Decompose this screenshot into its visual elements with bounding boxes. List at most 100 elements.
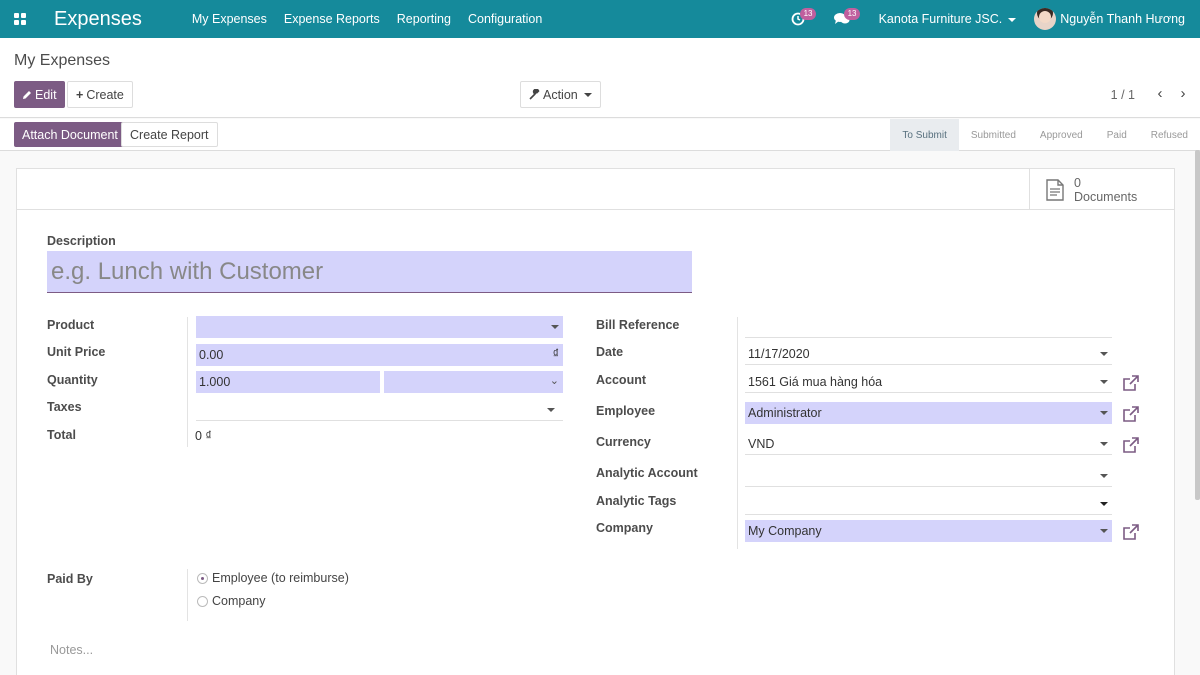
- currency-select[interactable]: VND: [745, 433, 1112, 455]
- bill-reference-label: Bill Reference: [596, 318, 680, 332]
- chevron-down-icon: [1008, 17, 1017, 22]
- currency-value: VND: [748, 436, 775, 451]
- edit-button[interactable]: Edit: [14, 81, 65, 108]
- account-select[interactable]: 1561 Giá mua hàng hóa: [745, 371, 1112, 393]
- caret-down-icon: [547, 408, 555, 412]
- next-record-icon[interactable]: ›: [1176, 83, 1190, 103]
- control-panel: My Expenses Edit + Create Action 1 / 1 ‹…: [0, 38, 1200, 118]
- external-link-icon[interactable]: [1122, 523, 1140, 541]
- analytic-tags-select[interactable]: [745, 493, 1112, 515]
- avatar: [1034, 8, 1057, 30]
- stage-paid[interactable]: Paid: [1095, 119, 1139, 151]
- stage-to-submit[interactable]: To Submit: [890, 119, 959, 151]
- app-brand[interactable]: Expenses: [54, 8, 142, 31]
- menu-expense-reports[interactable]: Expense Reports: [284, 12, 380, 26]
- documents-label: Documents: [1074, 189, 1138, 204]
- total-label: Total: [47, 428, 76, 442]
- divider: [187, 317, 188, 447]
- edit-label: Edit: [35, 87, 57, 102]
- caret-down-icon: [1100, 502, 1108, 506]
- account-label: Account: [596, 373, 646, 387]
- top-navbar: Expenses My Expenses Expense Reports Rep…: [0, 0, 1200, 38]
- activity-count-badge: 13: [799, 8, 817, 20]
- company-label: Company: [596, 521, 653, 535]
- paid-by-employee-radio[interactable]: [197, 573, 208, 584]
- total-value: 0 ₫: [195, 429, 212, 443]
- caret-down-icon: [1100, 442, 1108, 446]
- caret-down-icon: [1100, 474, 1108, 478]
- documents-count: 0: [1074, 175, 1081, 190]
- company-name: Kanota Furniture JSC.: [878, 12, 1003, 26]
- caret-down-icon: [583, 92, 592, 97]
- action-dropdown[interactable]: Action: [520, 81, 601, 108]
- create-label: Create: [86, 87, 124, 102]
- statusbar: Attach Document Create Report To Submit …: [0, 119, 1200, 151]
- activity-button[interactable]: 13: [783, 0, 817, 38]
- action-label: Action: [543, 87, 578, 102]
- stage-submitted[interactable]: Submitted: [959, 119, 1028, 151]
- create-button[interactable]: + Create: [67, 81, 133, 108]
- unit-price-value: 0.00: [199, 348, 224, 362]
- caret-down-icon: [1100, 529, 1108, 533]
- currency-symbol: ₫: [552, 347, 559, 361]
- company-switcher[interactable]: Kanota Furniture JSC.: [879, 12, 1017, 26]
- currency-label: Currency: [596, 435, 651, 449]
- quantity-input[interactable]: 1.000: [196, 371, 380, 393]
- product-select[interactable]: [196, 316, 563, 338]
- external-link-icon[interactable]: [1122, 436, 1140, 454]
- unit-price-input[interactable]: 0.00 ₫: [196, 344, 563, 366]
- attach-document-button[interactable]: Attach Document: [14, 122, 126, 147]
- caret-down-icon: [1100, 352, 1108, 356]
- stage-refused[interactable]: Refused: [1139, 119, 1200, 151]
- quantity-value: 1.000: [199, 375, 231, 389]
- external-link-icon[interactable]: [1122, 374, 1140, 392]
- taxes-select[interactable]: [196, 399, 563, 421]
- paid-by-employee-label[interactable]: Employee (to reimburse): [212, 571, 349, 585]
- employee-value: Administrator: [748, 406, 822, 420]
- scrollbar[interactable]: [1195, 150, 1200, 500]
- apps-menu-icon[interactable]: [0, 0, 40, 38]
- employee-select[interactable]: Administrator: [745, 402, 1112, 424]
- analytic-account-select[interactable]: [745, 465, 1112, 487]
- quantity-label: Quantity: [47, 373, 98, 387]
- product-label: Product: [47, 318, 95, 332]
- messages-count-badge: 13: [843, 8, 861, 20]
- caret-down-icon: [1100, 411, 1108, 415]
- messages-button[interactable]: 13: [827, 0, 861, 38]
- paid-by-label: Paid By: [47, 572, 93, 586]
- description-input[interactable]: e.g. Lunch with Customer: [47, 251, 692, 293]
- user-menu[interactable]: Nguyễn Thanh Hương: [1034, 8, 1185, 30]
- menu-configuration[interactable]: Configuration: [468, 12, 542, 26]
- caret-down-icon: [551, 325, 559, 329]
- description-label: Description: [47, 234, 116, 248]
- uom-select[interactable]: ⌄: [384, 371, 563, 393]
- pager-value[interactable]: 1 / 1: [1111, 88, 1135, 102]
- create-report-button[interactable]: Create Report: [121, 122, 218, 147]
- external-link-icon[interactable]: [1122, 405, 1140, 423]
- menu-my-expenses[interactable]: My Expenses: [192, 12, 267, 26]
- company-value: My Company: [748, 524, 822, 538]
- documents-text: 0 Documents: [1074, 176, 1137, 204]
- button-box: 0 Documents: [17, 169, 1174, 210]
- paid-by-company-label[interactable]: Company: [212, 594, 266, 608]
- company-select[interactable]: My Company: [745, 520, 1112, 542]
- chevron-down-icon: ⌄: [549, 375, 559, 387]
- stage-approved[interactable]: Approved: [1028, 119, 1095, 151]
- paid-by-company-radio[interactable]: [197, 596, 208, 607]
- divider: [187, 569, 188, 621]
- document-icon: [1046, 178, 1064, 201]
- analytic-account-label: Analytic Account: [596, 466, 698, 480]
- menu-reporting[interactable]: Reporting: [397, 12, 451, 26]
- pencil-icon: [23, 90, 31, 99]
- documents-smart-button[interactable]: 0 Documents: [1029, 169, 1174, 210]
- user-name: Nguyễn Thanh Hương: [1060, 12, 1185, 26]
- page-title[interactable]: My Expenses: [14, 52, 110, 70]
- plus-icon: +: [76, 87, 84, 102]
- bill-reference-input[interactable]: [745, 316, 1112, 338]
- unit-price-label: Unit Price: [47, 345, 106, 359]
- date-input[interactable]: 11/17/2020: [745, 343, 1112, 365]
- notes-input[interactable]: Notes...: [50, 643, 93, 657]
- account-value: 1561 Giá mua hàng hóa: [748, 374, 883, 389]
- previous-record-icon[interactable]: ‹: [1153, 83, 1167, 103]
- taxes-label: Taxes: [47, 400, 82, 414]
